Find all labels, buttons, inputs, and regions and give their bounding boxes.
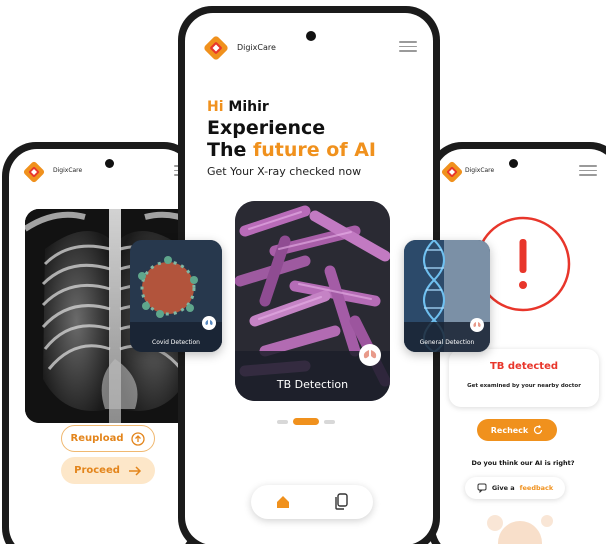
carousel-dot[interactable] bbox=[324, 419, 335, 424]
front-camera bbox=[105, 159, 114, 168]
logo-icon bbox=[204, 36, 228, 60]
history-icon[interactable] bbox=[333, 493, 349, 511]
headline-accent: future of AI bbox=[253, 139, 376, 161]
front-camera bbox=[306, 31, 316, 41]
center-phone-screen: DigixCare Hi Mihir Experience The future… bbox=[185, 13, 433, 544]
bottom-nav bbox=[251, 485, 373, 519]
logo-icon bbox=[23, 161, 45, 183]
tb-detection-card[interactable]: TB Detection bbox=[235, 201, 390, 401]
carousel-indicator bbox=[277, 418, 335, 425]
brand-name: DigixCare bbox=[465, 167, 495, 174]
result-advice: Get examined by your nearby doctor bbox=[467, 383, 581, 389]
greeting: Hi Mihir bbox=[207, 99, 269, 115]
virus-decoration bbox=[487, 515, 553, 544]
arrow-right-icon bbox=[128, 465, 141, 476]
dna-image bbox=[404, 240, 490, 352]
lungs-icon bbox=[202, 316, 216, 330]
brand-name: DigixCare bbox=[237, 43, 276, 52]
home-icon[interactable] bbox=[275, 494, 291, 510]
proceed-button[interactable]: Proceed bbox=[61, 457, 155, 484]
lungs-icon bbox=[470, 318, 484, 332]
feedback-prefix: Give a bbox=[491, 484, 515, 492]
front-camera bbox=[509, 159, 518, 168]
app-showcase: DigixCare Reupload Proceed DigixCare TB … bbox=[0, 0, 606, 544]
headline-line1: Experience bbox=[207, 117, 326, 139]
carousel-dot-active[interactable] bbox=[293, 418, 319, 425]
result-title: TB detected bbox=[489, 361, 559, 372]
greeting-name: Mihir bbox=[228, 99, 269, 115]
feedback-button[interactable]: Give a feedback bbox=[465, 477, 565, 499]
menu-icon[interactable] bbox=[399, 41, 417, 53]
reupload-button[interactable]: Reupload bbox=[61, 425, 155, 452]
recheck-label: Recheck bbox=[490, 425, 529, 435]
general-detection-card[interactable]: General Detection bbox=[404, 240, 490, 352]
general-detection-label: General Detection bbox=[419, 339, 475, 346]
tb-detection-label: TB Detection bbox=[276, 378, 349, 391]
brand-name: DigixCare bbox=[53, 167, 83, 174]
headline-line2: The future of AI bbox=[207, 139, 376, 161]
proceed-label: Proceed bbox=[74, 465, 120, 476]
virus-image bbox=[130, 240, 222, 352]
headline-the: The bbox=[207, 139, 247, 161]
subheadline: Get Your X-ray checked now bbox=[207, 165, 362, 178]
bacteria-image bbox=[235, 201, 390, 401]
covid-detection-label: Covid Detection bbox=[152, 339, 200, 346]
reupload-label: Reupload bbox=[70, 433, 124, 444]
feedback-accent: feedback bbox=[519, 484, 554, 492]
feedback-question: Do you think our AI is right? bbox=[471, 459, 575, 467]
menu-icon[interactable] bbox=[579, 165, 597, 177]
logo-icon bbox=[441, 161, 463, 183]
recheck-button[interactable]: Recheck bbox=[477, 419, 557, 441]
greeting-hi: Hi bbox=[207, 99, 224, 115]
lungs-icon bbox=[359, 344, 381, 366]
chat-icon bbox=[477, 483, 487, 493]
carousel-dot[interactable] bbox=[277, 419, 288, 424]
covid-detection-card[interactable]: Covid Detection bbox=[130, 240, 222, 352]
refresh-icon bbox=[534, 425, 543, 435]
upload-icon bbox=[131, 431, 146, 446]
result-card: TB detected Get examined by your nearby … bbox=[449, 349, 599, 407]
